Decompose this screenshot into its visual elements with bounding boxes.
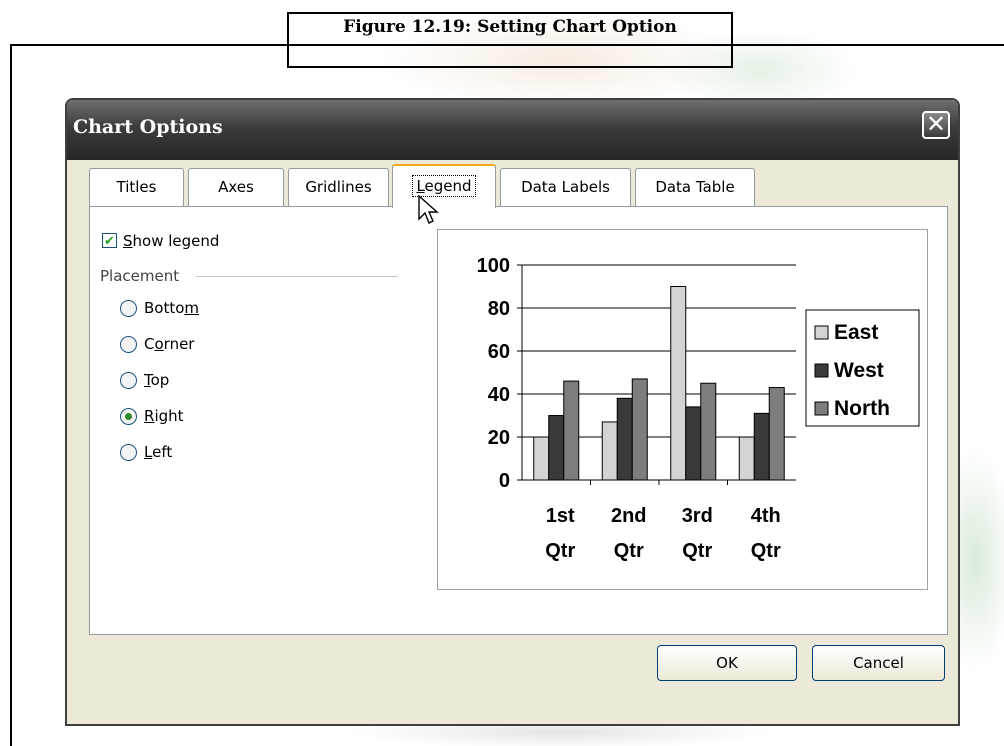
frame-top-rule — [10, 44, 1004, 46]
x-category-label: Qtr — [751, 540, 781, 562]
y-tick-label: 0 — [499, 470, 510, 492]
tab-label: Data Table — [655, 178, 735, 196]
tab-data-labels[interactable]: Data Labels — [500, 168, 631, 206]
bar-north — [631, 378, 648, 481]
chart-preview-svg: 0 20 40 60 80 100 1st Qtr 2nd Qtr 3rd Qtr 4th Qtr East… — [477, 255, 920, 562]
bar-north — [700, 382, 717, 481]
legend-swatch — [814, 401, 829, 416]
placement-divider — [196, 276, 398, 277]
radio-label: Left — [144, 443, 173, 461]
show-legend-label: Show legend — [123, 232, 220, 250]
bar-east — [738, 436, 755, 481]
frame-left-rule — [10, 44, 12, 746]
cancel-button[interactable]: Cancel — [812, 645, 945, 681]
radio-label: Right — [144, 407, 184, 425]
ok-button[interactable]: OK — [657, 645, 797, 681]
bar-east — [533, 436, 550, 481]
tab-label: Axes — [218, 178, 254, 196]
figure-caption-box: Figure 12.19: Setting Chart Option — [287, 12, 733, 68]
chart-preview: 0 20 40 60 80 100 1st Qtr 2nd Qtr 3rd Qtr 4th Qtr East… — [437, 229, 928, 590]
radio-button[interactable] — [120, 372, 137, 389]
tab-label: Titles — [116, 178, 157, 196]
arrow-cursor-icon — [418, 195, 439, 224]
tab-legend[interactable]: Legend — [392, 164, 496, 208]
tab-label: Data Labels — [521, 178, 610, 196]
x-category-label: 3rd — [682, 505, 713, 527]
x-category-label: Qtr — [614, 540, 644, 562]
bar-east — [601, 421, 618, 481]
x-category-label: 1st — [546, 505, 575, 527]
radio-button[interactable] — [120, 300, 137, 317]
radio-button[interactable] — [120, 444, 137, 461]
legend-entry: West — [834, 359, 884, 382]
legend-swatch — [814, 363, 829, 378]
x-category-label: 2nd — [611, 505, 647, 527]
legend-entry: East — [834, 321, 878, 344]
radio-button[interactable] — [120, 336, 137, 353]
chart-options-dialog: Chart Options ✕ Titles Axes Gridlines Le… — [65, 98, 960, 726]
x-category-label: Qtr — [545, 540, 575, 562]
radio-button-selected[interactable] — [120, 408, 137, 425]
bar-north — [768, 387, 785, 481]
bar-west — [685, 406, 702, 481]
checkmark-icon[interactable]: ✔ — [102, 233, 117, 248]
radio-label: Bottom — [144, 299, 200, 317]
y-tick-label: 20 — [488, 427, 510, 449]
figure-caption: Figure 12.19: Setting Chart Option — [343, 17, 677, 37]
y-tick-label: 100 — [477, 255, 510, 277]
tab-label: Legend — [412, 175, 476, 197]
placement-group-label: Placement — [100, 267, 180, 285]
tab-gridlines[interactable]: Gridlines — [288, 168, 389, 206]
tab-label: Gridlines — [305, 178, 372, 196]
bar-west — [616, 397, 633, 481]
x-category-label: 4th — [751, 505, 781, 527]
radio-label: Top — [144, 371, 170, 389]
tab-titles[interactable]: Titles — [89, 168, 184, 206]
y-tick-label: 80 — [488, 298, 510, 320]
radio-label: Corner — [144, 335, 195, 353]
x-category-label: Qtr — [682, 540, 712, 562]
close-button[interactable]: ✕ — [922, 111, 950, 139]
bar-north — [563, 380, 580, 481]
y-tick-label: 60 — [488, 341, 510, 363]
legend-tab-panel: ✔ Show legend Placement Bottom Corner To… — [89, 206, 948, 635]
y-tick-label: 40 — [488, 384, 510, 406]
bar-west — [753, 412, 770, 481]
bar-west — [548, 415, 565, 481]
legend-entry: North — [834, 397, 890, 420]
dialog-titlebar[interactable]: Chart Options ✕ — [67, 100, 958, 160]
close-icon: ✕ — [925, 111, 947, 138]
legend-swatch — [814, 325, 829, 340]
tab-axes[interactable]: Axes — [188, 168, 284, 206]
tab-data-table[interactable]: Data Table — [635, 168, 755, 206]
bar-east — [670, 286, 687, 481]
dialog-title: Chart Options — [73, 116, 223, 138]
